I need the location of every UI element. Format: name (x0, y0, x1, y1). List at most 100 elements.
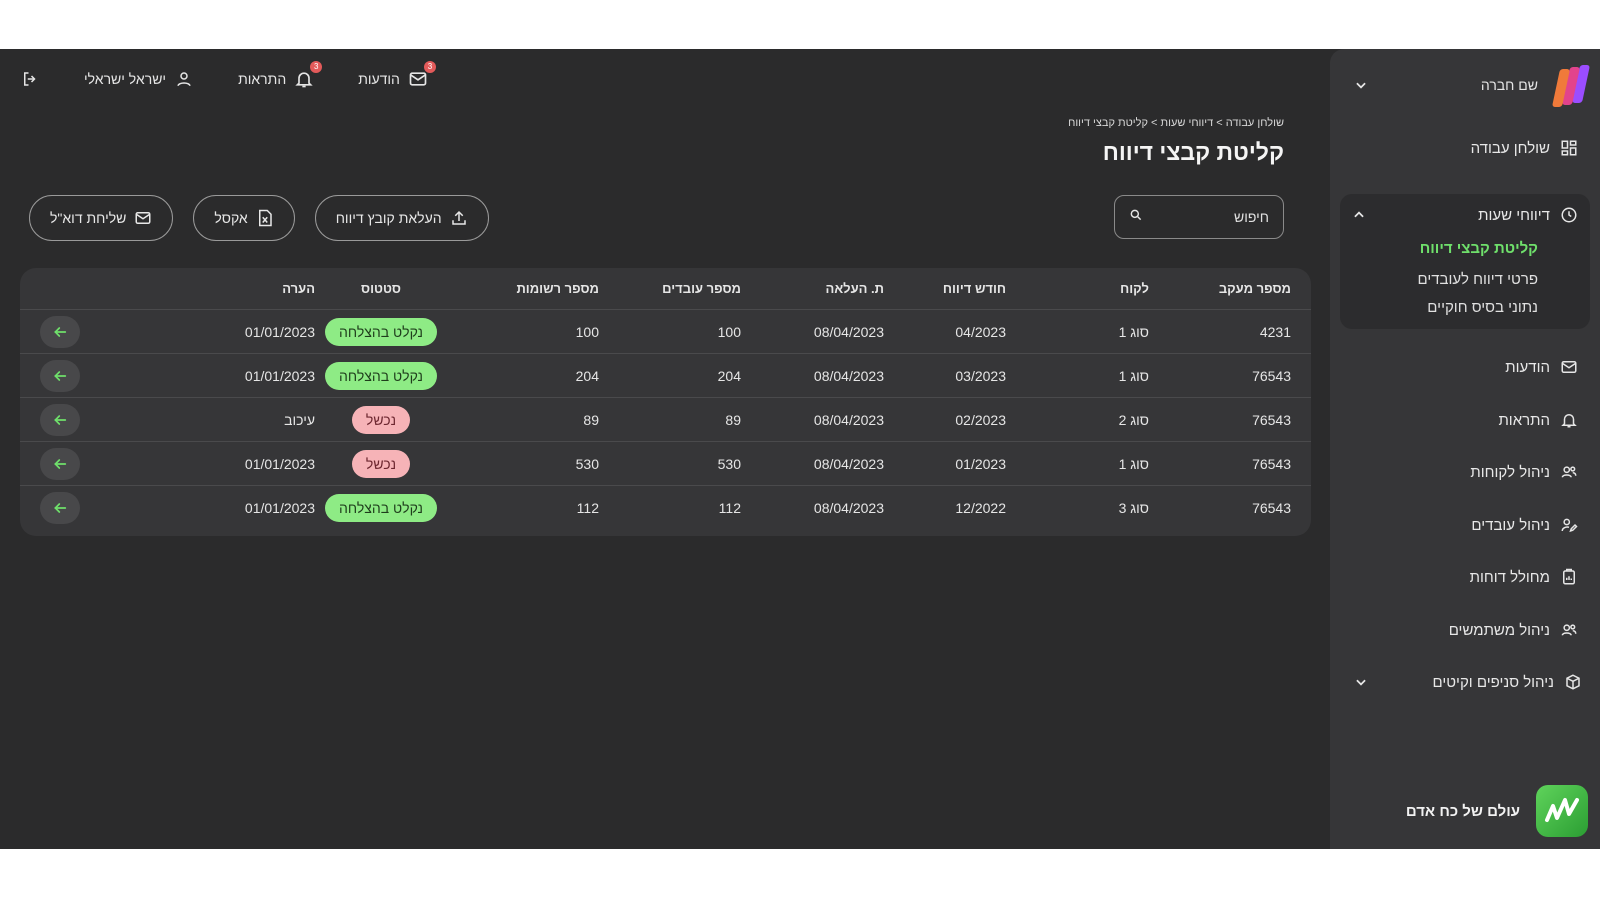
sidebar-item-label: ניהול לקוחות (1470, 463, 1550, 481)
search-input[interactable] (1159, 209, 1269, 225)
alerts-label: התראות (238, 71, 287, 87)
send-email-button[interactable]: שליחת דוא"ל (29, 195, 174, 241)
table-row[interactable]: 76543 סוג 1 01/2023 08/04/2023 530 530 01/01/2… (20, 442, 1311, 486)
open-row-button[interactable] (40, 360, 80, 392)
col-records[interactable]: מספר רשומות (516, 268, 599, 309)
sidebar-item-label: שולחן עבודה (1470, 139, 1550, 157)
sidebar-item-clients[interactable]: ניהול לקוחות (1350, 457, 1578, 487)
sidebar-item-reports[interactable]: מחולל דוחות (1350, 562, 1578, 592)
cell-records: 112 (576, 500, 599, 516)
cell-status: נקלט בהצלחה (306, 310, 456, 353)
col-employees[interactable]: מספר עובדים (662, 268, 741, 309)
search-box[interactable] (1114, 195, 1284, 239)
status-badge: נקלט בהצלחה (325, 317, 437, 346)
arrow-left-icon (54, 327, 67, 337)
envelope-icon (134, 209, 152, 227)
chevron-up-icon[interactable] (1352, 208, 1366, 222)
sidebar-item-label: ניהול עובדים (1471, 516, 1550, 534)
col-client[interactable]: לקוח (1120, 268, 1149, 309)
status-badge: נקלט בהצלחה (325, 361, 437, 390)
search-icon[interactable] (1129, 208, 1143, 227)
logout-icon (20, 69, 40, 89)
sidebar-subitem-employee-reports[interactable]: פרטי דיווח לעובדים (1417, 271, 1538, 288)
clock-icon (1560, 206, 1578, 224)
open-row-button[interactable] (40, 404, 80, 436)
sidebar-item-label: מחולל דוחות (1469, 568, 1550, 586)
send-email-label: שליחת דוא"ל (50, 210, 127, 226)
sidebar-item-users[interactable]: ניהול משתמשים (1350, 615, 1578, 645)
cell-records: 204 (575, 367, 599, 384)
chevron-down-icon[interactable] (1354, 78, 1368, 92)
excel-file-icon (256, 209, 274, 227)
dashboard-icon (1560, 139, 1578, 157)
cell-status: נקלט בהצלחה (306, 354, 456, 397)
status-badge: נכשל (351, 449, 411, 478)
messages-button[interactable]: הודעות 3 (358, 61, 436, 89)
cell-tracking: 76543 (1252, 455, 1291, 472)
company-selector[interactable]: שם חברה (1354, 61, 1591, 109)
cell-month: 02/2023 (955, 411, 1006, 428)
sidebar-subitem-legal-base-data[interactable]: נתוני בסיס חוקיים (1427, 299, 1538, 316)
cell-note: 01/01/2023 (244, 500, 315, 516)
arrow-left-icon (54, 503, 67, 513)
brand-logo (1536, 785, 1588, 837)
users-icon (1560, 621, 1578, 639)
cell-client: סוג 1 (1118, 455, 1149, 472)
cell-employees: 530 (717, 455, 741, 472)
sidebar-item-label: התראות (1498, 411, 1550, 429)
open-row-button[interactable] (40, 492, 80, 524)
app-window: ישראל ישראלי התראות 3 הודעות 3 שולחן עבו… (0, 49, 1600, 849)
cell-employees: 112 (718, 500, 741, 516)
top-bar: ישראל ישראלי התראות 3 הודעות 3 (20, 61, 472, 91)
cell-employees: 89 (725, 411, 741, 428)
sidebar-item-label: ניהול סניפים וקיטים (1432, 673, 1554, 691)
arrow-left-icon (54, 371, 67, 381)
cell-status: נקלט בהצלחה (306, 486, 456, 530)
sidebar-item-messages[interactable]: הודעות (1350, 352, 1578, 382)
upload-report-button[interactable]: העלאת קובץ דיווח (314, 195, 489, 241)
table-row[interactable]: 76543 סוג 1 03/2023 08/04/2023 204 204 01/01/2… (20, 354, 1311, 398)
sidebar-subitem-file-intake[interactable]: קליטת קבצי דיווח (1420, 240, 1538, 257)
messages-label: הודעות (358, 71, 400, 87)
cell-note: 01/01/2023 (244, 323, 315, 340)
cell-client: סוג 1 (1118, 323, 1149, 340)
cell-month: 04/2023 (955, 323, 1006, 340)
col-month[interactable]: חודש דיווח (943, 268, 1006, 309)
sidebar-item-branches[interactable]: ניהול סניפים וקיטים (1354, 667, 1582, 697)
cell-tracking: 4231 (1259, 323, 1291, 340)
chevron-down-icon[interactable] (1354, 675, 1368, 689)
col-tracking[interactable]: מספר מעקב (1219, 268, 1291, 309)
col-note[interactable]: הערה (282, 268, 315, 309)
sidebar-item-alerts[interactable]: התראות (1350, 405, 1578, 435)
envelope-icon (1560, 358, 1578, 376)
table-row[interactable]: 76543 סוג 3 12/2022 08/04/2023 112 112 01/01/2… (20, 486, 1311, 530)
open-row-button[interactable] (40, 316, 80, 348)
col-upload-date[interactable]: ת. העלאה (826, 268, 884, 309)
company-name: שם חברה (1480, 77, 1538, 93)
user-edit-icon (1560, 516, 1578, 534)
excel-export-button[interactable]: אקסל (193, 195, 295, 241)
page-title: קליטת קבצי דיווח (1102, 139, 1284, 165)
sidebar-item-time-reports[interactable]: דיווחי שעות (1352, 200, 1578, 230)
cell-upload-date: 08/04/2023 (813, 367, 884, 384)
table-row[interactable]: 4231 סוג 1 04/2023 08/04/2023 100 100 01/01/20… (20, 310, 1311, 354)
sidebar-item-dashboard[interactable]: שולחן עבודה (1350, 133, 1578, 163)
cell-note: 01/01/2023 (244, 455, 315, 472)
table-row[interactable]: 76543 סוג 2 02/2023 08/04/2023 89 89 עיכוב נכשל (20, 398, 1311, 442)
cell-client: סוג 2 (1118, 411, 1149, 428)
breadcrumb[interactable]: שולחן עבודה > דיווחי שעות > קליטת קבצי ד… (1068, 117, 1284, 129)
logout-button[interactable] (20, 69, 40, 89)
col-status[interactable]: סטטוס (306, 268, 456, 309)
messages-count-badge: 3 (423, 61, 436, 73)
cell-records: 100 (575, 323, 599, 340)
cell-client: סוג 1 (1118, 367, 1149, 384)
cell-upload-date: 08/04/2023 (813, 455, 884, 472)
alerts-button[interactable]: התראות 3 (238, 61, 323, 89)
open-row-button[interactable] (40, 448, 80, 480)
sidebar-item-employees[interactable]: ניהול עובדים (1350, 510, 1578, 540)
upload-report-label: העלאת קובץ דיווח (335, 210, 442, 226)
cell-employees: 100 (717, 323, 741, 340)
cell-records: 89 (583, 411, 599, 428)
arrow-left-icon (54, 459, 67, 469)
user-menu[interactable]: ישראל ישראלי (84, 69, 194, 89)
